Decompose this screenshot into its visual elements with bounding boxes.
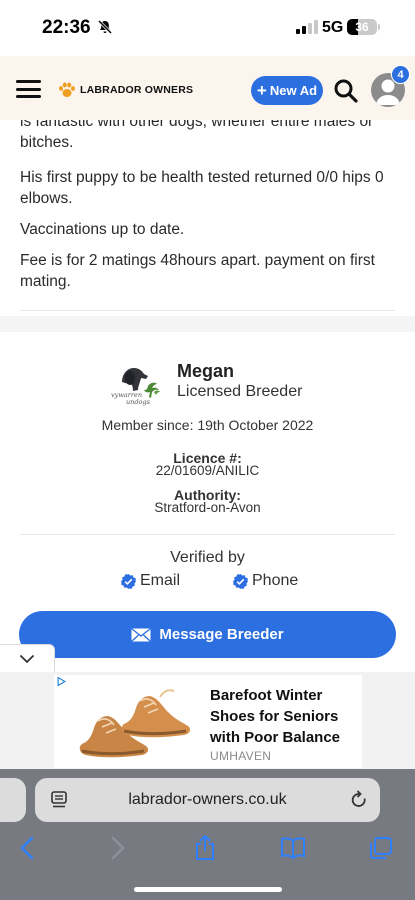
envelope-icon bbox=[131, 627, 151, 641]
address-bar[interactable]: labrador-owners.co.uk bbox=[35, 778, 380, 822]
breeder-name: Megan bbox=[177, 361, 235, 381]
browser-chrome: labrador-owners.co.uk bbox=[0, 769, 415, 900]
site-header: LABRADOR OWNERS + New Ad 4 bbox=[0, 56, 415, 120]
browser-toolbar bbox=[0, 829, 415, 869]
tabs-icon[interactable] bbox=[368, 835, 394, 861]
verified-email-label: Email bbox=[140, 572, 181, 589]
verified-phone-label: Phone bbox=[252, 572, 299, 589]
bookmarks-icon[interactable] bbox=[280, 835, 306, 861]
chevron-down-icon bbox=[19, 654, 35, 664]
reload-icon[interactable] bbox=[349, 790, 369, 810]
network-type: 5G bbox=[322, 19, 344, 36]
breeder-role: Licensed Breeder bbox=[177, 383, 303, 400]
kennel-logo-line2: undogs bbox=[126, 398, 151, 406]
plus-icon: + bbox=[256, 81, 267, 100]
ad-banner: Barefoot Winter Shoes for Seniors with P… bbox=[0, 672, 415, 769]
ad-collapse-button[interactable] bbox=[0, 644, 55, 674]
message-breeder-label: Message Breeder bbox=[159, 626, 284, 643]
shoe-image bbox=[79, 689, 191, 758]
verified-check-icon bbox=[121, 573, 136, 589]
description-paragraph: Fee is for 2 matings 48hours apart. paym… bbox=[20, 252, 375, 290]
home-indicator[interactable] bbox=[134, 887, 282, 892]
status-time: 22:36 bbox=[42, 17, 91, 38]
ad-title[interactable]: Barefoot Winter Shoes for Seniors with P… bbox=[210, 685, 358, 748]
ad-card[interactable]: Barefoot Winter Shoes for Seniors with P… bbox=[54, 675, 362, 768]
site-name: LABRADOR OWNERS bbox=[80, 84, 194, 96]
url-text: labrador-owners.co.uk bbox=[128, 791, 287, 808]
verified-email: Email bbox=[121, 572, 180, 590]
message-breeder-button[interactable]: Message Breeder bbox=[19, 611, 396, 658]
new-ad-label: New Ad bbox=[269, 83, 318, 98]
share-icon[interactable] bbox=[192, 835, 218, 861]
back-icon[interactable] bbox=[15, 835, 41, 861]
previous-tab-peek[interactable] bbox=[0, 778, 26, 822]
ad-choices-icon[interactable] bbox=[57, 677, 66, 686]
search-icon[interactable] bbox=[333, 78, 359, 104]
new-ad-button[interactable]: + New Ad bbox=[251, 76, 323, 105]
bell-off-icon bbox=[97, 19, 113, 35]
menu-icon[interactable] bbox=[16, 80, 41, 98]
verified-check-icon bbox=[233, 573, 248, 589]
site-logo[interactable]: LABRADOR OWNERS bbox=[58, 82, 193, 98]
divider bbox=[20, 310, 395, 311]
section-gap bbox=[0, 316, 415, 332]
verified-phone: Phone bbox=[233, 572, 298, 590]
description-paragraph: His first puppy to be health tested retu… bbox=[20, 169, 384, 207]
authority-value: Stratford-on-Avon bbox=[154, 500, 261, 515]
kennel-logo: vywarren undogs bbox=[109, 353, 169, 413]
description-paragraph: Vaccinations up to date. bbox=[20, 221, 185, 238]
forward-icon[interactable] bbox=[104, 835, 130, 861]
paw-icon bbox=[59, 82, 75, 97]
member-since: Member since: 19th October 2022 bbox=[101, 417, 314, 433]
divider bbox=[20, 534, 395, 535]
battery-level: 36 bbox=[355, 20, 369, 34]
breeder-card: vywarren undogs Megan Licensed Breeder M… bbox=[0, 332, 415, 672]
licence-number: 22/01609/ANILIC bbox=[155, 463, 260, 478]
notification-badge: 4 bbox=[391, 65, 410, 84]
ad-description: is fantastic with other dogs, whether en… bbox=[0, 120, 415, 316]
battery-icon: 36 bbox=[347, 19, 377, 35]
ad-brand: UMHAVEN bbox=[210, 749, 272, 763]
signal-icon bbox=[296, 20, 318, 34]
description-paragraph: is fantastic with other dogs, whether en… bbox=[20, 120, 374, 151]
verified-by-label: Verified by bbox=[170, 549, 245, 566]
status-bar: 22:36 5G 36 bbox=[0, 0, 415, 56]
